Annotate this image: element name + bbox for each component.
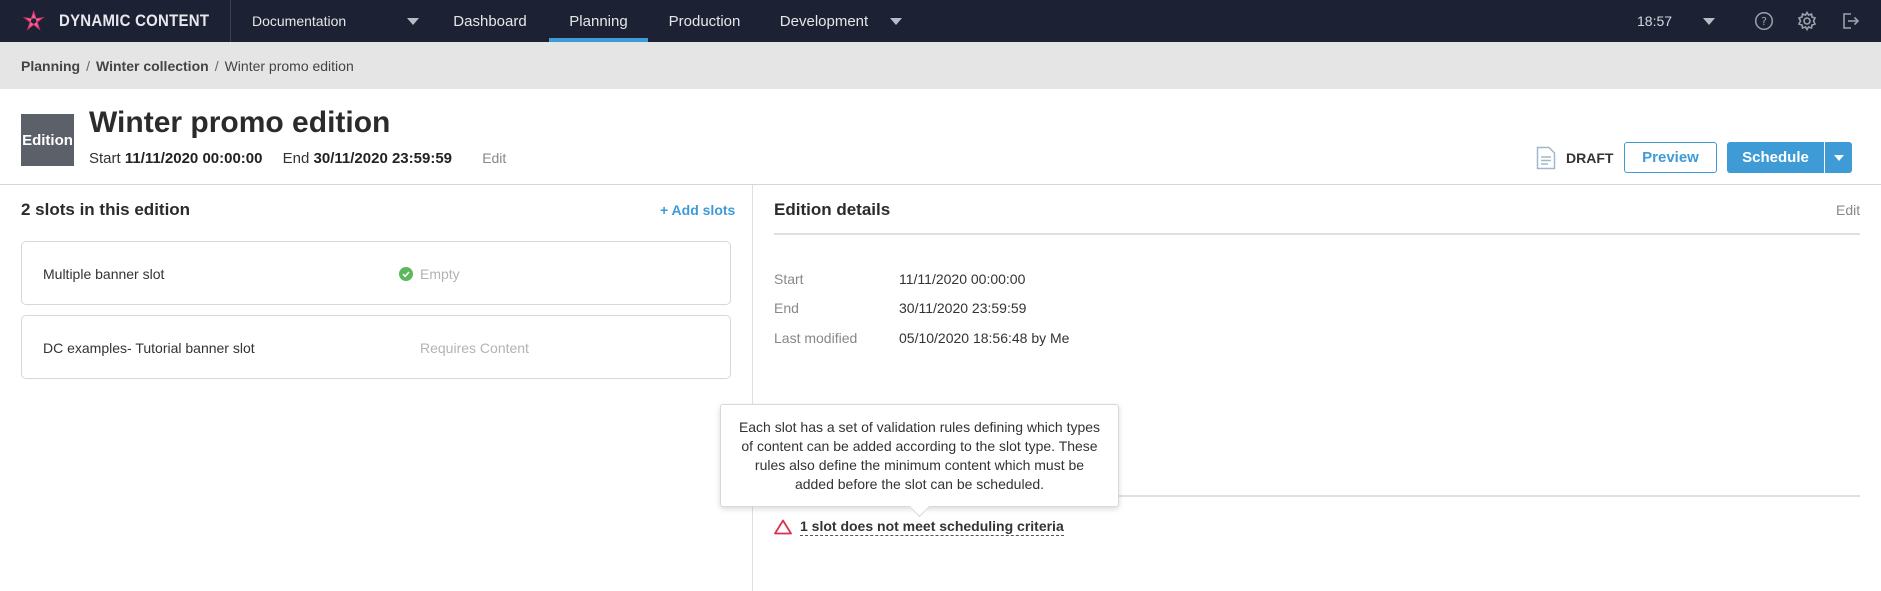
status-label: DRAFT <box>1566 150 1614 166</box>
warning-icon <box>774 519 792 535</box>
breadcrumb-winter-collection[interactable]: Winter collection <box>96 58 209 74</box>
check-circle-icon <box>399 267 413 281</box>
slot-card[interactable]: DC examples- Tutorial banner slot Requir… <box>21 315 731 379</box>
tooltip-text: Each slot has a set of validation rules … <box>738 419 1101 492</box>
edit-dates-link[interactable]: Edit <box>482 150 506 166</box>
scheduling-warning[interactable]: 1 slot does not meet scheduling criteria <box>774 518 1064 536</box>
tab-planning-label: Planning <box>569 12 628 30</box>
details-divider <box>774 233 1860 235</box>
schedule-button[interactable]: Schedule <box>1727 142 1824 173</box>
edit-details-link[interactable]: Edit <box>1836 202 1860 218</box>
detail-label-start: Start <box>774 271 804 287</box>
detail-value-last-modified: 05/10/2020 18:56:48 by Me <box>899 330 1070 346</box>
tab-production[interactable]: Production <box>648 0 761 42</box>
schedule-options-button[interactable] <box>1825 142 1852 173</box>
page-title: Winter promo edition <box>89 106 391 139</box>
end-label: End <box>282 150 310 167</box>
slot-name: Multiple banner slot <box>43 266 165 282</box>
edition-badge: Edition <box>21 114 74 166</box>
slot-status: Requires Content <box>420 340 529 356</box>
preview-button[interactable]: Preview <box>1624 142 1717 173</box>
tab-development[interactable]: Development <box>761 0 921 42</box>
tab-dashboard[interactable]: Dashboard <box>431 0 549 42</box>
brand[interactable]: DYNAMIC CONTENT <box>0 0 231 42</box>
chevron-down-icon[interactable] <box>1703 18 1715 25</box>
document-icon <box>1536 146 1556 170</box>
tab-production-label: Production <box>668 12 741 30</box>
hub-name: Documentation <box>252 13 347 29</box>
slot-status: Empty <box>399 266 460 282</box>
start-label: Start <box>89 150 121 167</box>
header-divider <box>0 184 1881 185</box>
tab-planning[interactable]: Planning <box>549 0 648 42</box>
tab-development-label: Development <box>779 12 869 30</box>
tab-dashboard-label: Dashboard <box>453 12 527 30</box>
panel-divider <box>752 185 753 591</box>
slot-status-label: Empty <box>420 266 460 282</box>
chevron-down-icon <box>1833 154 1844 161</box>
slot-status-label: Requires Content <box>420 340 529 356</box>
breadcrumb-current: Winter promo edition <box>224 57 354 74</box>
breadcrumb-separator: / <box>86 57 91 74</box>
clock: 18:57 <box>1637 13 1673 29</box>
dynamic-content-logo-icon <box>22 10 45 31</box>
slot-name: DC examples- Tutorial banner slot <box>43 340 255 356</box>
status-badge: DRAFT <box>1536 146 1613 170</box>
warning-text[interactable]: 1 slot does not meet scheduling criteria <box>800 518 1064 536</box>
detail-value-end: 30/11/2020 23:59:59 <box>899 300 1027 316</box>
add-slots-button[interactable]: + Add slots <box>660 202 735 218</box>
end-value: 30/11/2020 23:59:59 <box>313 150 453 167</box>
breadcrumb-planning[interactable]: Planning <box>21 58 80 74</box>
hub-selector[interactable]: Documentation <box>231 0 431 42</box>
slots-heading: 2 slots in this edition <box>21 200 191 219</box>
slot-card[interactable]: Multiple banner slot Empty <box>21 241 731 305</box>
validation-tooltip: Each slot has a set of validation rules … <box>720 404 1119 507</box>
svg-text:?: ? <box>1761 15 1767 28</box>
chevron-down-icon <box>407 18 419 25</box>
start-value: 11/11/2020 00:00:00 <box>124 150 263 167</box>
detail-label-end: End <box>774 300 799 316</box>
breadcrumb-separator: / <box>214 57 219 74</box>
brand-name: DYNAMIC CONTENT <box>59 11 210 30</box>
detail-label-last-modified: Last modified <box>774 330 858 346</box>
top-navigation-bar: DYNAMIC CONTENT Documentation Dashboard … <box>0 0 1881 42</box>
edition-dates: Start 11/11/2020 00:00:00 End 30/11/2020… <box>89 150 506 167</box>
breadcrumb: Planning / Winter collection / Winter pr… <box>0 42 1881 89</box>
details-heading: Edition details <box>774 200 891 219</box>
detail-value-start: 11/11/2020 00:00:00 <box>899 271 1026 287</box>
help-icon[interactable]: ? <box>1754 11 1774 31</box>
chevron-down-icon[interactable] <box>890 17 903 25</box>
logout-icon[interactable] <box>1840 11 1860 31</box>
gear-icon[interactable] <box>1797 11 1817 31</box>
